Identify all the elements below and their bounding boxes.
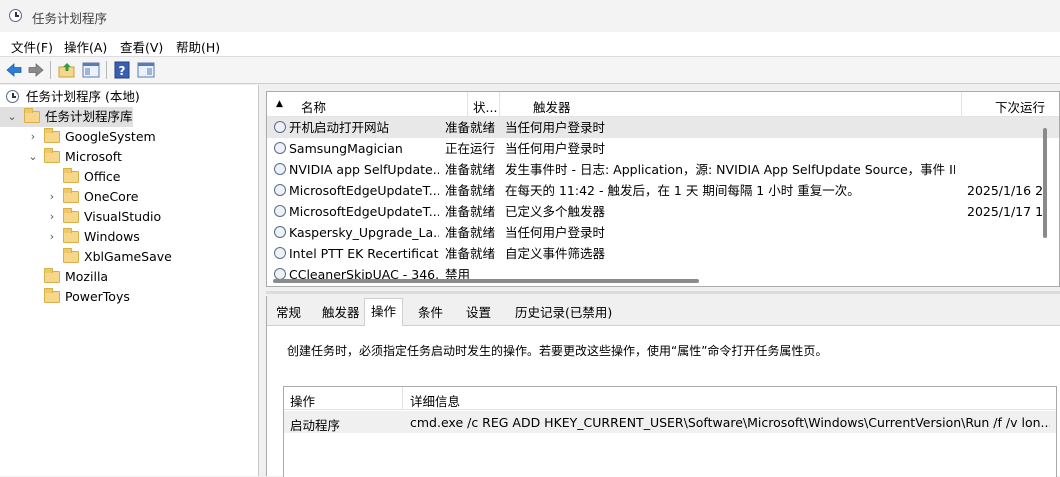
menu-file[interactable]: 文件(F) bbox=[11, 37, 53, 56]
task-clock-icon bbox=[274, 121, 286, 133]
folder-clock-icon bbox=[24, 108, 40, 123]
actions-table-header: 操作 详细信息 bbox=[284, 387, 1056, 410]
tab-general[interactable]: 常规 bbox=[270, 300, 307, 325]
tab-actions[interactable]: 操作 bbox=[364, 298, 404, 326]
navigation-tree: 任务计划程序 (本地) ⌄ 任务计划程序库 › GoogleSystem ⌄ M… bbox=[0, 85, 259, 476]
back-arrow-icon[interactable] bbox=[4, 60, 24, 80]
menu-action[interactable]: 操作(A) bbox=[64, 37, 107, 56]
tab-conditions[interactable]: 条件 bbox=[412, 300, 449, 325]
chevron-down-icon[interactable]: ⌄ bbox=[6, 107, 18, 127]
window-title: 任务计划程序 bbox=[32, 11, 108, 26]
task-clock-icon bbox=[274, 226, 286, 238]
pane-splitter[interactable] bbox=[266, 291, 1060, 294]
task-clock-icon bbox=[274, 205, 286, 217]
tab-settings[interactable]: 设置 bbox=[460, 300, 497, 325]
folder-icon bbox=[44, 128, 60, 143]
task-clock-icon bbox=[274, 184, 286, 196]
show-hide-pane-icon[interactable] bbox=[81, 60, 101, 80]
menu-help[interactable]: 帮助(H) bbox=[176, 37, 220, 56]
folder-icon bbox=[44, 148, 60, 163]
action-type: 启动程序 bbox=[290, 418, 341, 433]
task-row[interactable]: MicrosoftEdgeUpdateT... 准备就绪 已定义多个触发器 20… bbox=[267, 201, 1059, 222]
chevron-right-icon[interactable]: › bbox=[46, 227, 58, 247]
toolbar: ? bbox=[0, 57, 1060, 84]
task-clock-icon bbox=[274, 247, 286, 259]
detail-tabs: 常规 触发器 操作 条件 设置 历史记录(已禁用) bbox=[267, 296, 1060, 326]
help-icon[interactable]: ? bbox=[112, 60, 132, 80]
properties-pane-icon[interactable] bbox=[136, 60, 156, 80]
task-scheduler-icon bbox=[6, 90, 19, 103]
column-next-run[interactable]: 下次运行 bbox=[995, 97, 1045, 116]
task-row[interactable]: Kaspersky_Upgrade_La... 准备就绪 当任何用户登录时 bbox=[267, 222, 1059, 243]
task-list-header: ▲ 名称 状... 触发器 下次运行 bbox=[267, 92, 1059, 117]
folder-up-icon[interactable] bbox=[57, 60, 77, 80]
task-row[interactable]: MicrosoftEdgeUpdateT... 准备就绪 在每天的 11:42 … bbox=[267, 180, 1059, 201]
folder-icon bbox=[44, 268, 60, 283]
column-trigger[interactable]: 触发器 bbox=[533, 97, 571, 116]
task-clock-icon bbox=[274, 163, 286, 175]
tree-item-library[interactable]: ⌄ 任务计划程序库 bbox=[0, 107, 133, 127]
folder-icon bbox=[63, 228, 79, 243]
forward-arrow-icon[interactable] bbox=[26, 60, 46, 80]
vertical-scrollbar[interactable] bbox=[1043, 128, 1047, 238]
folder-icon bbox=[63, 188, 79, 203]
folder-icon bbox=[63, 168, 79, 183]
folder-icon bbox=[63, 248, 79, 263]
tab-triggers[interactable]: 触发器 bbox=[316, 300, 366, 325]
chevron-right-icon[interactable]: › bbox=[46, 187, 58, 207]
column-name[interactable]: 名称 bbox=[301, 97, 326, 116]
menu-bar: 文件(F) 操作(A) 查看(V) 帮助(H) bbox=[0, 32, 1060, 57]
task-scheduler-app-icon bbox=[9, 9, 22, 22]
actions-description: 创建任务时，必须指定任务启动时发生的操作。若要更改这些操作，使用“属性”命令打开… bbox=[287, 344, 828, 358]
column-status[interactable]: 状... bbox=[473, 97, 497, 116]
tab-history[interactable]: 历史记录(已禁用) bbox=[509, 300, 618, 325]
folder-icon bbox=[63, 208, 79, 223]
chevron-right-icon[interactable]: › bbox=[46, 207, 58, 227]
task-clock-icon bbox=[274, 142, 286, 154]
task-detail-pane: 常规 触发器 操作 条件 设置 历史记录(已禁用) 创建任务时，必须指定任务启动… bbox=[266, 296, 1060, 477]
column-action[interactable]: 操作 bbox=[290, 391, 315, 410]
sort-ascending-icon: ▲ bbox=[276, 99, 283, 109]
column-details[interactable]: 详细信息 bbox=[410, 391, 460, 410]
horizontal-scrollbar[interactable] bbox=[273, 279, 699, 283]
task-row[interactable]: SamsungMagician 正在运行 当任何用户登录时 bbox=[267, 138, 1059, 159]
table-row[interactable]: 启动程序 cmd.exe /c REG ADD HKEY_CURRENT_USE… bbox=[284, 411, 1056, 433]
task-row[interactable]: 开机启动打开网站 准备就绪 当任何用户登录时 bbox=[267, 117, 1059, 138]
actions-table: 操作 详细信息 启动程序 cmd.exe /c REG ADD HKEY_CUR… bbox=[283, 386, 1057, 477]
task-row[interactable]: Intel PTT EK Recertificat... 准备就绪 自定义事件筛… bbox=[267, 243, 1059, 264]
svg-text:?: ? bbox=[119, 64, 126, 78]
chevron-right-icon[interactable]: › bbox=[27, 127, 39, 147]
task-list: ▲ 名称 状... 触发器 下次运行 开机启动打开网站 准备就绪 当任何用户登录… bbox=[266, 91, 1060, 287]
chevron-down-icon[interactable]: ⌄ bbox=[27, 147, 39, 167]
task-row[interactable]: NVIDIA app SelfUpdate... 准备就绪 发生事件时 - 日志… bbox=[267, 159, 1059, 180]
title-bar: 任务计划程序 bbox=[0, 0, 1060, 32]
action-details: cmd.exe /c REG ADD HKEY_CURRENT_USER\Sof… bbox=[410, 415, 1050, 430]
menu-view[interactable]: 查看(V) bbox=[120, 37, 163, 56]
folder-icon bbox=[44, 288, 60, 303]
